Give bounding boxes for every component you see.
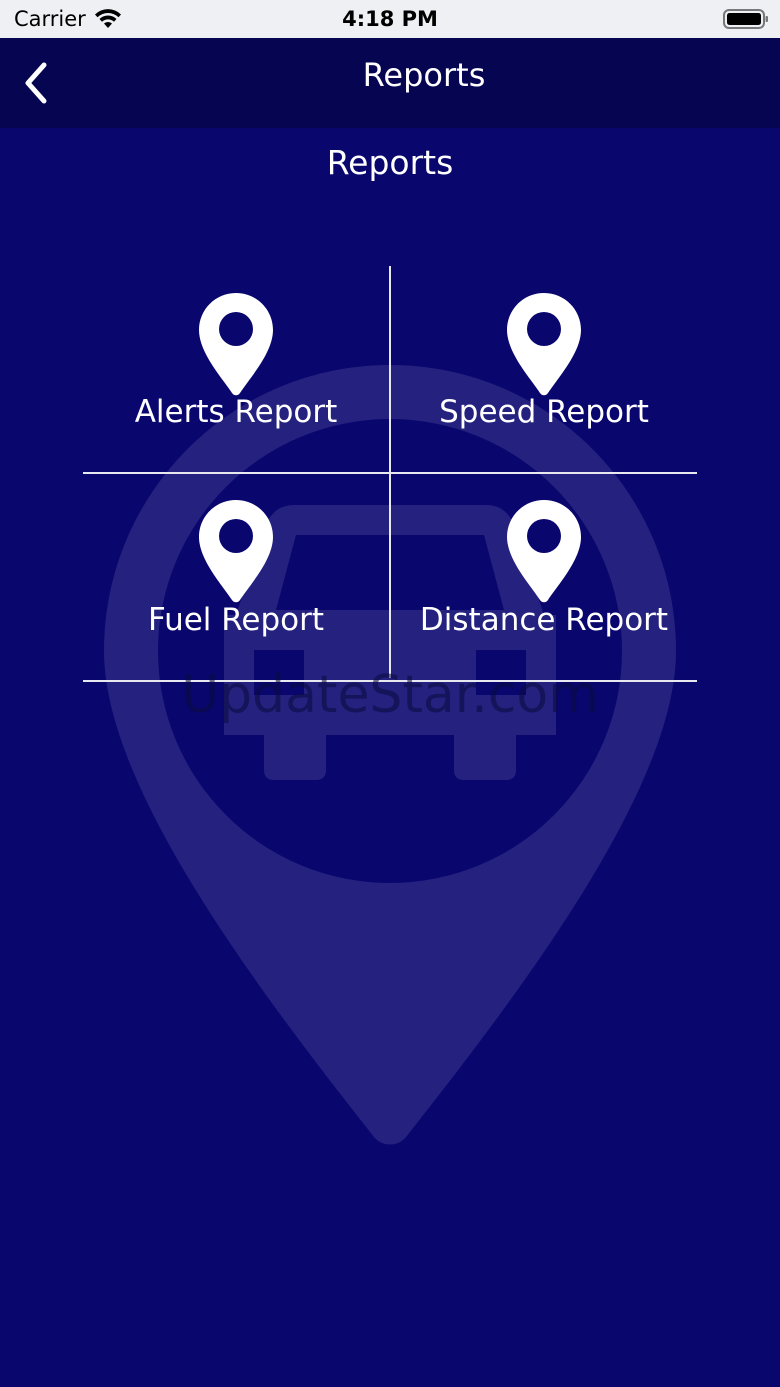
navigation-bar: Reports (0, 38, 780, 128)
map-pin-icon (199, 500, 273, 603)
speed-report-label: Speed Report (439, 394, 649, 430)
map-pin-icon (507, 500, 581, 603)
fuel-report-label: Fuel Report (147, 602, 325, 638)
speed-report-tile[interactable]: Speed Report (391, 266, 697, 472)
page-title: Reports (326, 143, 454, 182)
alerts-report-tile[interactable]: Alerts Report (83, 266, 389, 472)
fuel-report-tile[interactable]: Fuel Report (83, 474, 389, 680)
nav-title: Reports (362, 56, 486, 94)
reports-grid: Alerts Report Speed Report Fuel Report D… (83, 266, 697, 682)
map-pin-icon (507, 293, 581, 396)
distance-report-label: Distance Report (419, 602, 669, 638)
watermark-text: UpdateStar.com (181, 665, 599, 725)
status-bar: Carrier 4:18 PM (0, 0, 780, 38)
battery-icon (723, 9, 768, 29)
map-pin-icon (199, 293, 273, 396)
alerts-report-label: Alerts Report (134, 394, 338, 430)
distance-report-tile[interactable]: Distance Report (391, 474, 697, 680)
clock: 4:18 PM (342, 7, 438, 31)
